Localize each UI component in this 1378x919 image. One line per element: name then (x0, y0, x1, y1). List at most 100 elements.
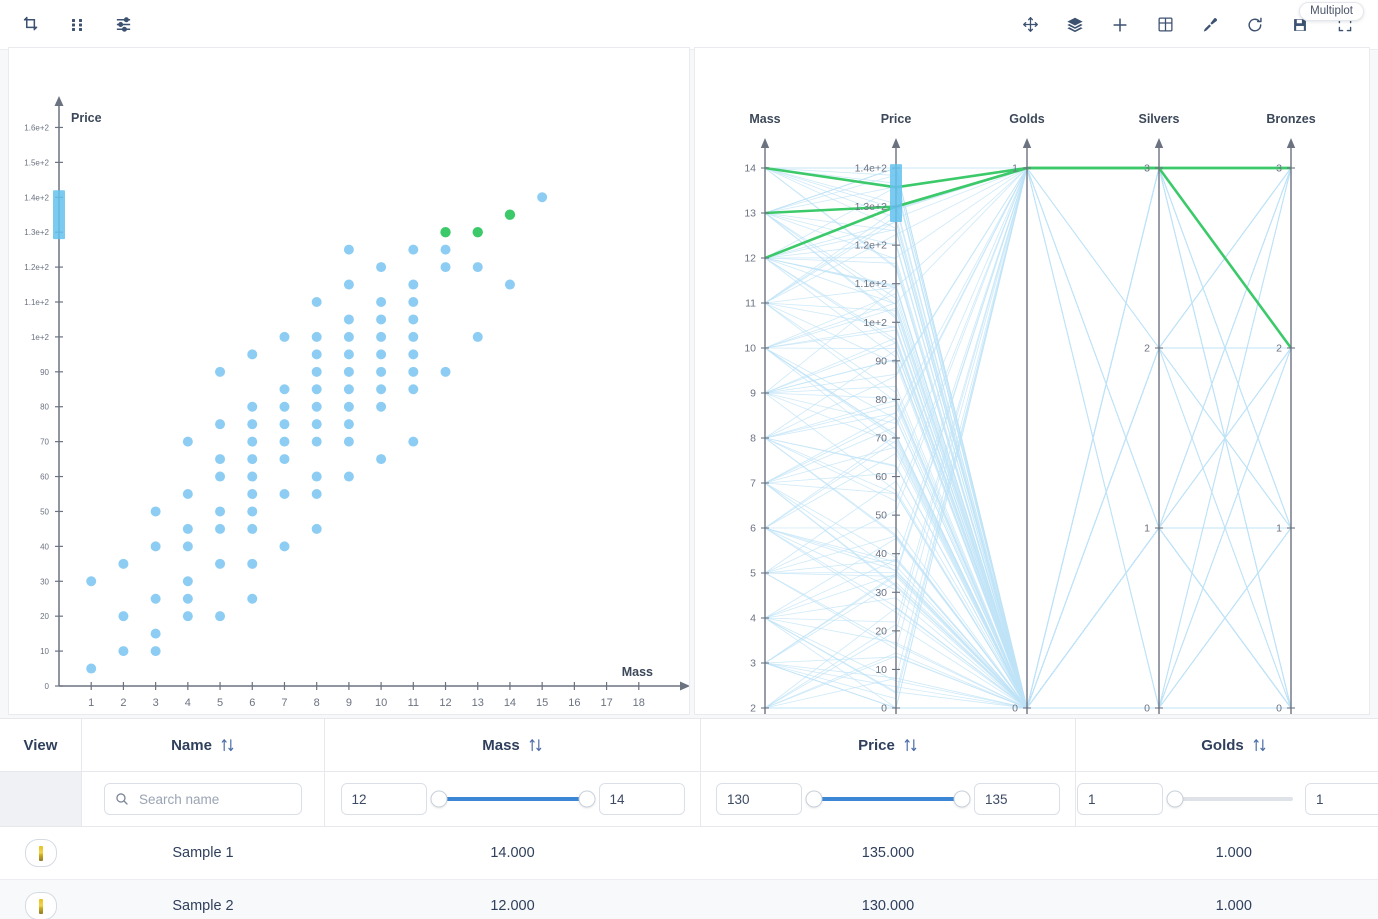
mass-slider-knob-max[interactable] (578, 790, 595, 808)
scatter-point (182, 436, 193, 447)
scatter-point (408, 244, 419, 255)
scatter-point (247, 506, 258, 517)
price-range-slider[interactable] (805, 789, 971, 809)
parallel-line (764, 527, 1292, 709)
table-icon[interactable] (1152, 12, 1178, 38)
sort-icon-name[interactable] (220, 737, 235, 753)
golds-min-input[interactable] (1077, 783, 1163, 815)
price-slider-track (814, 797, 962, 801)
svg-text:1.5e+2: 1.5e+2 (24, 158, 49, 167)
sample-thumbnail-icon[interactable] (24, 892, 57, 919)
svg-text:12: 12 (439, 697, 451, 709)
svg-text:1.1e+2: 1.1e+2 (855, 278, 888, 290)
table-row[interactable]: Sample 1 14.000 135.000 1.000 (0, 826, 1378, 880)
price-max-input[interactable] (974, 783, 1060, 815)
cell-view[interactable] (0, 879, 82, 919)
parallel-coordinates-panel[interactable]: Mass 2 3 4 5 6 7 8 9 10 11 12 13 14 Price 0 10 20 30 40 50 60… (694, 47, 1370, 715)
refresh-icon[interactable] (1242, 12, 1268, 38)
sort-icon-mass[interactable] (528, 737, 543, 753)
filter-cell-price (700, 771, 1076, 827)
column-header-name[interactable]: Name (81, 719, 325, 772)
svg-text:7: 7 (281, 697, 287, 709)
grid-dots-icon[interactable] (64, 12, 90, 38)
plus-icon[interactable] (1107, 12, 1133, 38)
svg-text:30: 30 (875, 587, 887, 599)
svg-text:9: 9 (346, 697, 352, 709)
mass-max-input[interactable] (598, 783, 685, 815)
price-min-input[interactable] (716, 783, 802, 815)
svg-text:4: 4 (185, 697, 191, 709)
svg-text:1: 1 (88, 697, 94, 709)
svg-text:2: 2 (1276, 343, 1282, 355)
search-input[interactable] (137, 790, 318, 808)
table-row[interactable]: Sample 2 12.000 130.000 1.000 (0, 879, 1378, 919)
parallel-line (764, 212, 1291, 709)
svg-text:9: 9 (750, 388, 756, 400)
svg-text:Price: Price (71, 111, 102, 125)
parallel-coordinates-plot[interactable]: Mass234567891011121314Price0102030405060… (695, 48, 1369, 714)
scatter-point (343, 314, 354, 325)
scatter-point (376, 384, 387, 395)
scatter-point (311, 349, 322, 360)
column-header-price[interactable]: Price (700, 719, 1076, 772)
svg-text:13: 13 (472, 697, 484, 709)
cell-name: Sample 2 (81, 879, 325, 919)
column-header-golds[interactable]: Golds (1075, 719, 1378, 772)
scatter-point (408, 366, 419, 377)
sort-icon-price[interactable] (903, 737, 918, 753)
svg-text:Mass: Mass (622, 665, 653, 679)
scatter-point (215, 558, 226, 569)
scatter-point (343, 401, 354, 412)
scatter-point (376, 366, 387, 377)
scatter-point (279, 419, 290, 430)
sort-icon-golds[interactable] (1252, 737, 1267, 753)
brush-icon[interactable] (1197, 12, 1223, 38)
scatter-point (311, 489, 322, 499)
scatter-point (376, 401, 387, 412)
mass-slider-knob-min[interactable] (430, 790, 447, 808)
scatter-point (343, 279, 354, 290)
scatter-point (408, 349, 419, 360)
golds-max-input[interactable] (1305, 783, 1378, 815)
svg-text:6: 6 (750, 523, 756, 535)
scatter-point (376, 297, 387, 307)
scatter-point (408, 384, 419, 395)
cell-view[interactable] (0, 826, 82, 880)
svg-text:18: 18 (633, 697, 645, 709)
parallel-line (764, 440, 1291, 709)
svg-text:50: 50 (875, 510, 887, 522)
scatter-point (247, 471, 258, 482)
price-slider-knob-max[interactable] (953, 790, 971, 808)
svg-text:17: 17 (600, 697, 612, 709)
column-header-mass[interactable]: Mass (324, 719, 701, 772)
scatter-plot-panel[interactable]: Price Mass 0 10 20 30 40 50 60 70 80 90 1e+2 1.1e+2 1.… (8, 47, 690, 715)
scatter-point (343, 436, 354, 447)
svg-text:3: 3 (750, 658, 756, 670)
scatter-point (279, 331, 290, 342)
golds-range-slider[interactable] (1166, 789, 1293, 809)
svg-text:40: 40 (40, 542, 49, 551)
scatter-point (311, 419, 322, 430)
golds-slider-knob-min[interactable] (1166, 790, 1184, 808)
price-range-filter (702, 783, 1074, 815)
scatter-point (118, 611, 129, 622)
parallel-brush (890, 164, 902, 222)
search-name-wrapper[interactable] (104, 783, 318, 815)
mass-min-input[interactable] (340, 783, 427, 815)
scatter-point (343, 384, 354, 395)
svg-text:0: 0 (1144, 703, 1150, 715)
mass-range-slider[interactable] (430, 789, 595, 809)
filter-cell-view (0, 771, 82, 827)
layers-icon[interactable] (1062, 12, 1088, 38)
sliders-icon[interactable] (110, 12, 136, 38)
scatter-point (215, 506, 226, 517)
sample-thumbnail-icon[interactable] (24, 839, 57, 867)
scatter-point (182, 523, 193, 534)
move-icon[interactable] (1017, 12, 1043, 38)
price-slider-knob-min[interactable] (805, 790, 823, 808)
scatter-plot[interactable]: Price Mass 0 10 20 30 40 50 60 70 80 90 1e+2 1.1e+2 1.… (9, 48, 689, 714)
scatter-point (376, 314, 387, 325)
crop-select-icon[interactable] (18, 12, 44, 38)
svg-text:8: 8 (314, 697, 320, 709)
scatter-point (182, 489, 193, 499)
